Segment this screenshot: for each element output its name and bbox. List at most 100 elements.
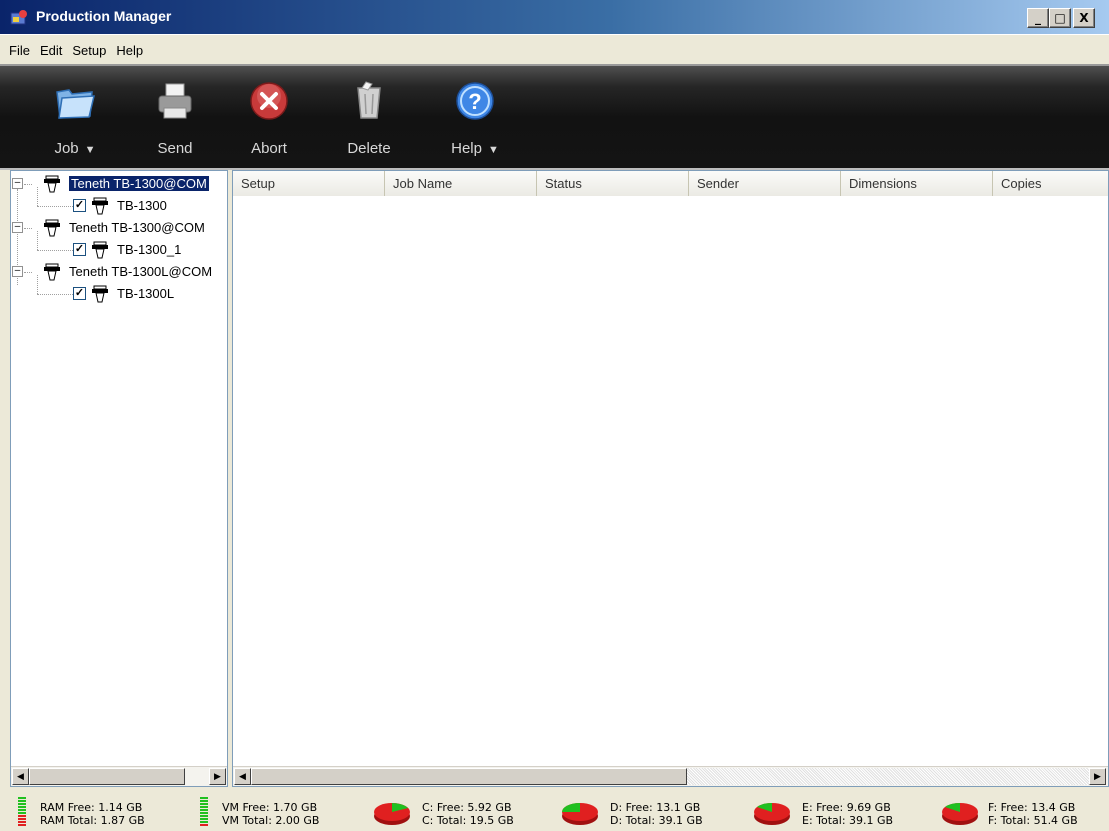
toolbar: Job ▼ Send Abort Delete ? Help ▼: [0, 64, 1109, 170]
menu-setup[interactable]: Setup: [67, 41, 111, 60]
tree-connector: [37, 206, 73, 207]
title-bar: Production Manager _ □ X: [0, 0, 1109, 35]
drive-e-free-text: E: Free: 9.69 GB: [802, 801, 891, 814]
status-bar: RAM Free: 1.14 GB RAM Total: 1.87 GB VM …: [0, 789, 1109, 831]
printer-icon: [44, 263, 60, 281]
column-header-setup[interactable]: Setup: [233, 171, 385, 196]
ram-meter-icon: [18, 797, 26, 829]
tree-node-label[interactable]: TB-1300L: [117, 286, 174, 301]
tree-node-printer-2[interactable]: – Teneth TB-1300@COM: [11, 217, 227, 239]
drive-e-total-text: E: Total: 39.1 GB: [802, 814, 894, 827]
collapse-toggle[interactable]: –: [12, 222, 23, 233]
collapse-toggle[interactable]: –: [12, 178, 23, 189]
window-title: Production Manager: [36, 8, 172, 24]
tree-connector: [37, 275, 38, 294]
job-label: Job: [54, 140, 79, 157]
menu-edit[interactable]: Edit: [35, 41, 67, 60]
abort-icon: [250, 82, 288, 120]
column-header-job-name[interactable]: Job Name: [385, 171, 537, 196]
tree-node-label[interactable]: Teneth TB-1300@COM: [68, 175, 210, 192]
abort-button[interactable]: Abort: [224, 74, 314, 166]
scroll-right-arrow-icon[interactable]: ▶: [209, 768, 226, 785]
device-checkbox[interactable]: ✓: [73, 243, 86, 256]
printer-tree-panel: – Teneth TB-1300@COM ✓ TB-1300 – Teneth …: [10, 170, 228, 787]
tree-node-label[interactable]: TB-1300: [117, 198, 167, 213]
help-dropdown-arrow: ▼: [487, 144, 499, 156]
device-checkbox[interactable]: ✓: [73, 287, 86, 300]
tree-connector: [24, 272, 32, 273]
tree-node-device-3[interactable]: ✓ TB-1300L: [11, 275, 227, 305]
drive-d-status: D: Free: 13.1 GB D: Total: 39.1 GB: [560, 793, 730, 827]
tree-connector: [37, 294, 73, 295]
svg-text:?: ?: [468, 89, 481, 114]
printer-icon: [158, 83, 192, 119]
drive-e-pie-icon: [754, 803, 790, 825]
help-button[interactable]: ? Help ▼: [430, 74, 520, 166]
job-button[interactable]: Job ▼: [30, 74, 120, 166]
printer-icon: [92, 285, 108, 303]
vm-free-text: VM Free: 1.70 GB: [222, 801, 318, 814]
drive-c-status: C: Free: 5.92 GB C: Total: 19.5 GB: [372, 793, 542, 827]
tree-horizontal-scrollbar[interactable]: ◀ ▶: [11, 766, 227, 786]
tree-connector: [37, 187, 38, 206]
abort-label: Abort: [251, 140, 287, 157]
drive-e-status: E: Free: 9.69 GB E: Total: 39.1 GB: [752, 793, 922, 827]
printer-icon: [92, 197, 108, 215]
menu-help[interactable]: Help: [111, 41, 148, 60]
printer-icon: [92, 241, 108, 259]
drive-f-status: F: Free: 13.4 GB F: Total: 51.4 GB: [940, 793, 1105, 827]
vm-status: VM Free: 1.70 GB VM Total: 2.00 GB: [200, 793, 360, 827]
ram-status: RAM Free: 1.14 GB RAM Total: 1.87 GB: [18, 793, 198, 827]
tree-node-label[interactable]: Teneth TB-1300L@COM: [69, 264, 212, 279]
drive-d-total-text: D: Total: 39.1 GB: [610, 814, 703, 827]
delete-button[interactable]: Delete: [324, 74, 414, 166]
ram-free-text: RAM Free: 1.14 GB: [40, 801, 143, 814]
printer-tree: – Teneth TB-1300@COM ✓ TB-1300 – Teneth …: [11, 173, 227, 763]
job-list-body[interactable]: [233, 197, 1108, 767]
tree-node-printer-1[interactable]: – Teneth TB-1300@COM: [11, 173, 227, 195]
ram-total-text: RAM Total: 1.87 GB: [40, 814, 145, 827]
tree-node-device-1[interactable]: ✓ TB-1300: [11, 187, 227, 217]
tree-connector: [37, 250, 73, 251]
column-header-dimensions[interactable]: Dimensions: [841, 171, 993, 196]
send-label: Send: [157, 140, 193, 157]
tree-node-printer-3[interactable]: – Teneth TB-1300L@COM: [11, 261, 227, 283]
printer-icon: [44, 175, 60, 193]
tree-node-label[interactable]: TB-1300_1: [117, 242, 181, 257]
drive-c-free-text: C: Free: 5.92 GB: [422, 801, 512, 814]
tree-connector: [37, 231, 38, 250]
scroll-left-arrow-icon[interactable]: ◀: [12, 768, 29, 785]
scroll-thumb[interactable]: [29, 768, 185, 785]
scroll-left-arrow-icon[interactable]: ◀: [234, 768, 251, 785]
drive-c-pie-icon: [374, 803, 410, 825]
send-button[interactable]: Send: [130, 74, 220, 166]
close-button[interactable]: X: [1073, 8, 1095, 28]
tree-node-label[interactable]: Teneth TB-1300@COM: [69, 220, 205, 235]
vm-meter-icon: [200, 797, 208, 829]
collapse-toggle[interactable]: –: [12, 266, 23, 277]
maximize-button[interactable]: □: [1049, 8, 1071, 28]
help-label: Help: [451, 140, 482, 157]
scroll-thumb[interactable]: [251, 768, 687, 785]
drive-d-free-text: D: Free: 13.1 GB: [610, 801, 701, 814]
drive-c-total-text: C: Total: 19.5 GB: [422, 814, 514, 827]
column-header-status[interactable]: Status: [537, 171, 689, 196]
column-header-copies[interactable]: Copies: [993, 171, 1108, 196]
app-icon: [10, 10, 27, 25]
job-list-horizontal-scrollbar[interactable]: ◀ ▶: [233, 766, 1108, 786]
minimize-button[interactable]: _: [1027, 8, 1049, 28]
folder-icon: [56, 89, 95, 119]
menu-bar: File Edit Setup Help: [0, 36, 1109, 64]
job-list-panel: Setup Job Name Status Sender Dimensions …: [232, 170, 1109, 787]
column-header-sender[interactable]: Sender: [689, 171, 841, 196]
drive-d-pie-icon: [562, 803, 598, 825]
device-checkbox[interactable]: ✓: [73, 199, 86, 212]
tree-node-device-2[interactable]: ✓ TB-1300_1: [11, 231, 227, 261]
drive-f-free-text: F: Free: 13.4 GB: [988, 801, 1076, 814]
tree-connector: [24, 228, 32, 229]
menu-file[interactable]: File: [4, 41, 35, 60]
scroll-track[interactable]: [687, 768, 1089, 785]
printer-icon: [44, 219, 60, 237]
job-dropdown-arrow: ▼: [84, 144, 96, 156]
scroll-right-arrow-icon[interactable]: ▶: [1089, 768, 1106, 785]
